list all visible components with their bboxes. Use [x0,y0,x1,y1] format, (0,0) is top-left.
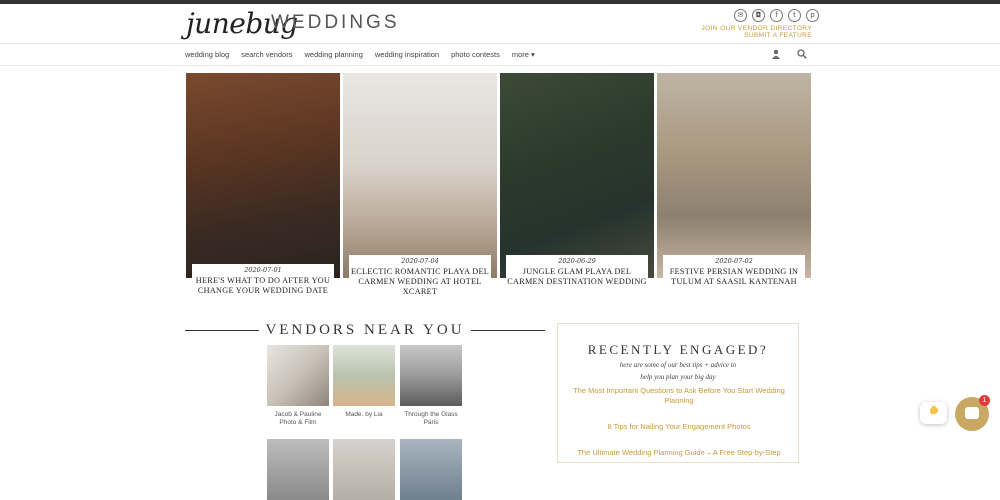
vendor-card[interactable] [267,439,329,500]
featured-card[interactable]: 2020-07-01 Here's What to Do After You C… [186,73,340,300]
vendor-image[interactable] [333,345,395,406]
user-icon[interactable] [771,49,781,62]
nav-wedding-blog[interactable]: wedding blog [185,50,229,59]
nav-photo-contests[interactable]: photo contests [451,50,500,59]
featured-card[interactable]: 2020-06-29 Jungle Glam Playa del Carmen … [500,73,654,286]
recently-engaged-panel: RECENTLY ENGAGED? here are some of our b… [557,323,799,463]
featured-caption: 2020-07-04 Eclectic Romantic Playa Del C… [349,255,491,301]
featured-date: 2020-06-29 [558,257,596,265]
featured-card[interactable]: 2020-07-04 Eclectic Romantic Playa Del C… [343,73,497,301]
nav-divider-bottom [0,65,1000,66]
featured-title[interactable]: Jungle Glam Playa del Carmen Destination… [506,267,648,287]
vendor-card[interactable] [333,439,395,500]
heading-rule-right [471,330,545,331]
main-nav: wedding blog search vendors wedding plan… [185,50,535,59]
engaged-link[interactable]: 8 Tips for Nailing Your Engagement Photo… [558,422,800,432]
pinterest-icon[interactable]: p [806,9,819,22]
engaged-link[interactable]: The Ultimate Wedding Planning Guide – A … [558,448,800,458]
chat-notification-badge: 1 [979,395,990,406]
email-icon[interactable]: ✉ [734,9,747,22]
engaged-heading: RECENTLY ENGAGED? [587,342,769,357]
facebook-icon[interactable]: f [770,9,783,22]
nav-more[interactable]: more ▾ [512,50,535,59]
vendor-image[interactable] [400,345,462,406]
vendor-image[interactable] [333,439,395,500]
vendor-name[interactable]: Through the Glass Paris [400,411,462,427]
vendor-image[interactable] [267,345,329,406]
featured-image-forest-couple[interactable] [657,73,811,278]
vendor-card[interactable]: Jacob & Pauline Photo & Film [267,345,329,427]
vendor-card[interactable]: Through the Glass Paris [400,345,462,427]
waving-hand-icon[interactable] [920,402,947,424]
vendor-image[interactable] [400,439,462,500]
featured-title[interactable]: Eclectic Romantic Playa Del Carmen Weddi… [349,267,491,297]
vendors-near-you-heading: VENDORS NEAR YOU [185,320,545,340]
featured-image-beach-arch[interactable] [343,73,497,278]
vendor-image[interactable] [267,439,329,500]
featured-date: 2020-07-04 [401,257,439,265]
featured-card[interactable]: 2020-07-02 Festive Persian Wedding in Tu… [657,73,811,286]
social-icons: ✉ ◘ f t p [734,9,819,22]
engaged-subheading-line1: here are some of our best tips + advice … [619,361,737,369]
site-logo-text[interactable]: WEDDINGS [271,12,400,34]
nav-search-vendors[interactable]: search vendors [241,50,292,59]
engaged-subheading-line2: help you plan your big day [640,373,716,381]
featured-title[interactable]: Here's What to Do After You Change Your … [192,276,334,296]
vendor-name[interactable]: Made. by Lia [333,411,395,419]
nav-wedding-planning[interactable]: wedding planning [304,50,362,59]
featured-date: 2020-07-02 [715,257,753,265]
featured-image-couple-reading[interactable] [186,73,340,278]
engaged-link[interactable]: The Most Important Questions to Ask Befo… [558,386,800,406]
submit-feature-link[interactable]: SUBMIT A FEATURE [744,32,812,39]
vendor-card[interactable]: Made. by Lia [333,345,395,419]
heading-rule-left [185,330,259,331]
twitter-icon[interactable]: t [788,9,801,22]
search-icon[interactable] [797,49,807,62]
vendor-name[interactable]: Jacob & Pauline Photo & Film [267,411,329,427]
join-vendor-directory-link[interactable]: JOIN OUR VENDOR DIRECTORY [701,25,812,32]
featured-caption: 2020-07-02 Festive Persian Wedding in Tu… [663,255,805,286]
featured-title[interactable]: Festive Persian Wedding in Tulum at Saas… [663,267,805,287]
vendor-card[interactable] [400,439,462,500]
chat-icon [965,407,979,419]
nav-divider-top [0,43,1000,44]
featured-caption: 2020-07-01 Here's What to Do After You C… [192,264,334,300]
featured-image-jungle-table[interactable] [500,73,654,278]
instagram-icon[interactable]: ◘ [752,9,765,22]
vendors-heading-text: VENDORS NEAR YOU [265,321,465,338]
top-bar [0,0,1000,4]
featured-date: 2020-07-01 [244,266,282,274]
featured-caption: 2020-06-29 Jungle Glam Playa del Carmen … [506,255,648,286]
nav-wedding-inspiration[interactable]: wedding inspiration [375,50,439,59]
